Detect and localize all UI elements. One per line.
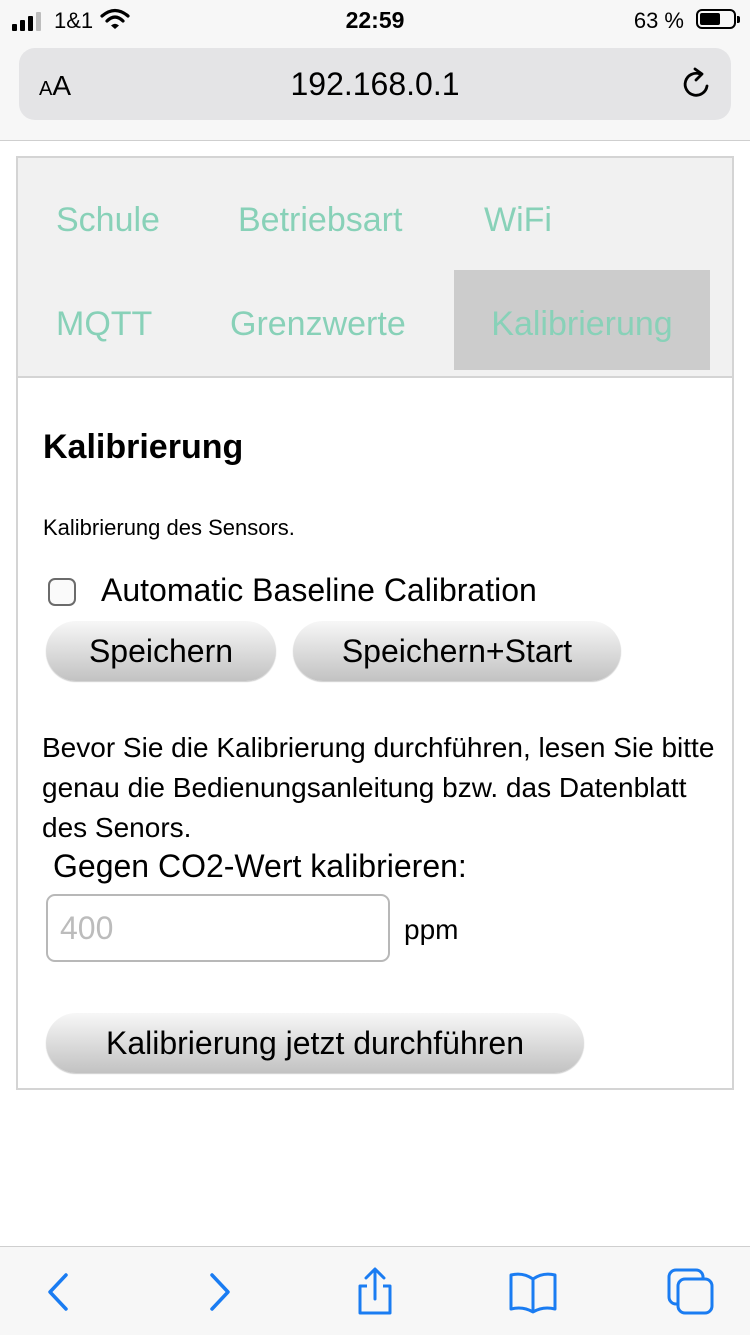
tab-mqtt[interactable]: MQTT	[40, 270, 168, 370]
co2-label: Gegen CO2-Wert kalibrieren:	[53, 848, 467, 884]
status-bar: 1&1 22:59 63 %	[0, 0, 750, 40]
browser-toolbar	[0, 1246, 750, 1335]
co2-input[interactable]	[46, 894, 390, 962]
abc-checkbox-label[interactable]: Automatic Baseline Calibration	[101, 572, 537, 609]
tab-wifi[interactable]: WiFi	[468, 166, 568, 266]
co2-unit: ppm	[404, 914, 459, 945]
run-calibration-button[interactable]: Kalibrierung jetzt durchführen	[46, 1013, 584, 1073]
tab-betriebsart[interactable]: Betriebsart	[222, 166, 418, 266]
address-bar[interactable]: AA 192.168.0.1	[19, 48, 731, 120]
battery-percent: 63 %	[633, 8, 684, 33]
save-start-button[interactable]: Speichern+Start	[293, 621, 621, 681]
abc-checkbox[interactable]	[48, 578, 76, 606]
tabs-icon[interactable]	[666, 1267, 716, 1317]
section-heading: Kalibrierung	[43, 428, 244, 466]
bookmarks-icon[interactable]	[508, 1267, 558, 1317]
tab-schule[interactable]: Schule	[40, 166, 176, 266]
settings-panel: Schule Betriebsart WiFi MQTT Grenzwerte …	[16, 156, 734, 1090]
section-description: Kalibrierung des Sensors.	[43, 515, 295, 540]
forward-icon[interactable]	[194, 1267, 244, 1317]
reload-icon[interactable]	[679, 66, 715, 102]
tab-grenzwerte[interactable]: Grenzwerte	[214, 270, 422, 370]
tab-kalibrierung[interactable]: Kalibrierung	[454, 270, 710, 370]
battery-icon	[696, 9, 740, 29]
save-button[interactable]: Speichern	[46, 621, 276, 681]
tab-bar: Schule Betriebsart WiFi MQTT Grenzwerte …	[18, 158, 732, 378]
share-icon[interactable]	[350, 1267, 400, 1317]
back-icon[interactable]	[34, 1267, 84, 1317]
url-text[interactable]: 192.168.0.1	[19, 66, 731, 103]
battery-fill	[700, 13, 720, 25]
browser-header: AA 192.168.0.1	[0, 40, 750, 141]
calibration-warning: Bevor Sie die Kalibrierung durchführen, …	[42, 732, 715, 843]
